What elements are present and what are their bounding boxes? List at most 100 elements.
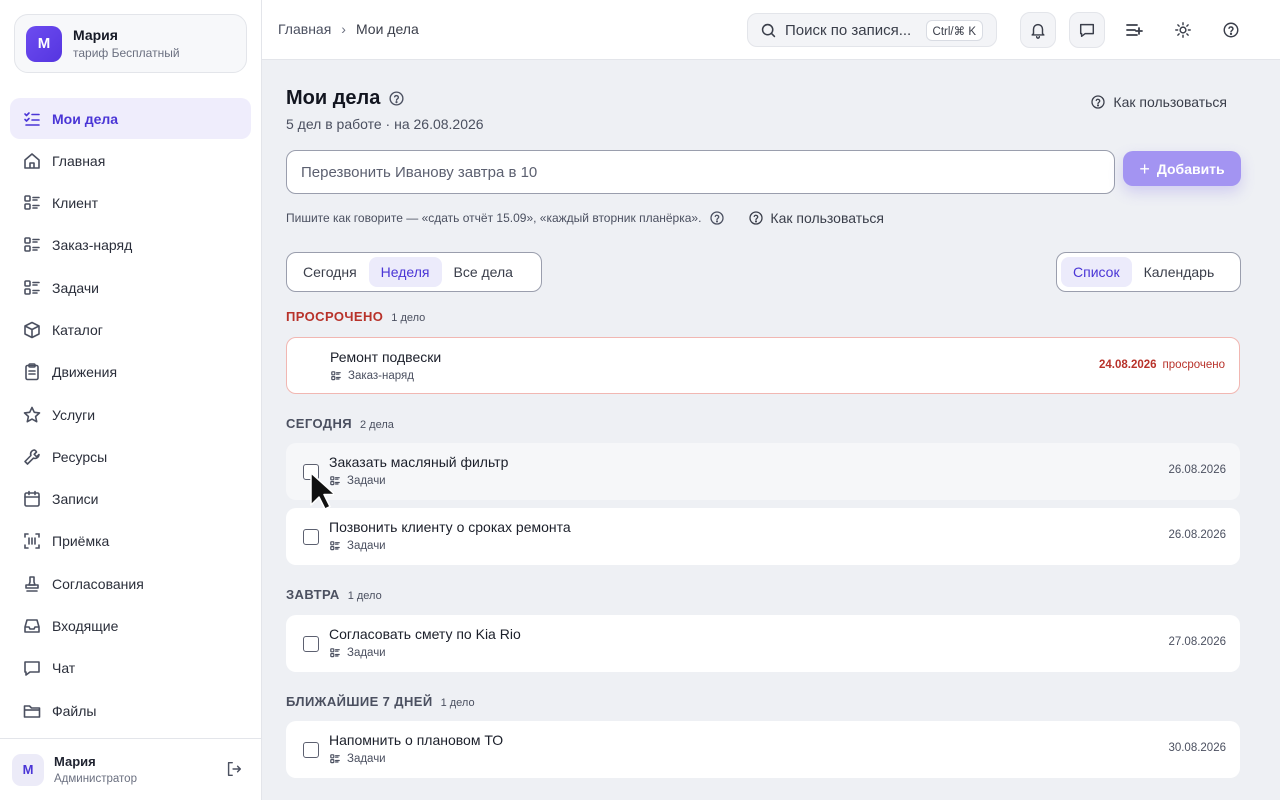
mouse-cursor-icon: [310, 472, 334, 510]
add-button-label: Добавить: [1156, 160, 1225, 177]
sidebar-item-services[interactable]: Услуги: [10, 394, 251, 435]
page-subtitle: 5 дел в работе · на 26.08.2026: [286, 116, 484, 132]
how-to-use-label: Как пользоваться: [770, 210, 884, 226]
quick-add-hint: Пишите как говорите — «сдать отчёт 15.09…: [286, 211, 702, 225]
sidebar-item-catalog[interactable]: Каталог: [10, 309, 251, 350]
task-source: Заказ-наряд: [330, 370, 414, 382]
sidebar-item-client[interactable]: Клиент: [10, 183, 251, 224]
chat-icon: [1078, 21, 1096, 39]
sidebar-item-label: Чат: [52, 660, 76, 677]
list-check-icon: [22, 109, 42, 129]
help-button[interactable]: [1213, 12, 1249, 48]
avatar[interactable]: М: [12, 753, 44, 786]
logout-button[interactable]: [225, 760, 243, 778]
sidebar-item-label: Задачи: [52, 279, 100, 296]
sidebar-item-approvals[interactable]: Согласования: [10, 563, 251, 604]
list-grid-icon: [330, 754, 340, 764]
sidebar-item-tasks[interactable]: Задачи: [10, 267, 251, 308]
task-checkbox[interactable]: [303, 742, 319, 758]
sidebar-item-intake[interactable]: Приёмка: [10, 521, 251, 562]
sidebar-item-files[interactable]: Файлы: [10, 690, 251, 731]
wrench-icon: [22, 447, 42, 467]
notifications-button[interactable]: [1020, 12, 1056, 48]
task-date: 24.08.2026: [1098, 359, 1157, 371]
sidebar: М Мария тариф Бесплатный Мои дела Главна…: [0, 0, 262, 800]
task-title: Согласовать смету по Kia Rio: [329, 626, 521, 642]
sidebar-item-resources[interactable]: Ресурсы: [10, 436, 251, 477]
group-header-today: СЕГОДНЯ 2 дела: [286, 416, 394, 431]
chat-icon: [22, 658, 42, 678]
tab-week[interactable]: Неделя: [368, 257, 442, 287]
sidebar-item-chat[interactable]: Чат: [10, 648, 251, 689]
calendar-icon: [22, 489, 42, 509]
view-switcher: Список Календарь: [1056, 252, 1241, 292]
search-icon: [760, 22, 777, 39]
messages-button[interactable]: [1069, 12, 1105, 48]
help-icon[interactable]: [709, 210, 725, 226]
group-count: 1 дело: [347, 590, 382, 602]
search-input[interactable]: Поиск по запися... Ctrl/⌘ K: [747, 13, 997, 47]
quick-add-hint-row: Пишите как говорите — «сдать отчёт 15.09…: [286, 210, 884, 226]
sidebar-item-appointments[interactable]: Записи: [10, 479, 251, 520]
how-to-use-link[interactable]: Как пользоваться: [748, 210, 884, 226]
workspace-profile-card[interactable]: М Мария тариф Бесплатный: [14, 14, 247, 73]
task-row[interactable]: Согласовать смету по Kia Rio Задачи 27.0…: [286, 615, 1240, 672]
breadcrumb: Главная › Мои дела: [278, 21, 419, 37]
group-count: 1 дело: [391, 312, 426, 324]
main-content: Мои дела 5 дел в работе · на 26.08.2026 …: [262, 60, 1280, 800]
sidebar-item-label: Движения: [52, 364, 118, 381]
clipboard-icon: [22, 362, 42, 382]
list-grid-icon: [331, 371, 341, 381]
task-date: 26.08.2026: [1168, 529, 1226, 541]
star-icon: [22, 405, 42, 425]
sidebar-item-label: Ресурсы: [52, 448, 108, 465]
task-checkbox[interactable]: [303, 636, 319, 652]
tab-today[interactable]: Сегодня: [291, 257, 369, 287]
task-row[interactable]: Ремонт подвески Заказ-наряд 24.08.2026 п…: [286, 337, 1240, 394]
stamp-icon: [22, 574, 42, 594]
quick-add-input[interactable]: [286, 150, 1115, 194]
group-header-tomorrow: ЗАВТРА 1 дело: [286, 587, 382, 602]
task-title: Позвонить клиенту о сроках ремонта: [329, 519, 571, 535]
how-to-use-link[interactable]: Как пользоваться: [1090, 94, 1227, 110]
plus-icon: +: [1139, 158, 1150, 179]
task-row[interactable]: Позвонить клиенту о сроках ремонта Задач…: [286, 508, 1240, 565]
sidebar-item-work-order[interactable]: Заказ-наряд: [10, 225, 251, 266]
task-date: 26.08.2026: [1168, 464, 1226, 476]
breadcrumb-home-link[interactable]: Главная: [278, 21, 331, 37]
user-role: Администратор: [54, 773, 137, 785]
add-button[interactable]: + Добавить: [1123, 151, 1241, 186]
add-to-list-button[interactable]: [1116, 12, 1152, 48]
sidebar-item-label: Входящие: [52, 618, 119, 635]
search-placeholder: Поиск по запися...: [785, 21, 912, 39]
tab-all[interactable]: Все дела: [442, 257, 525, 287]
profile-name: Мария: [73, 27, 118, 43]
help-icon: [749, 211, 764, 225]
sidebar-item-movements[interactable]: Движения: [10, 352, 251, 393]
sidebar-item-label: Заказ-наряд: [52, 237, 133, 254]
sidebar-item-inbox[interactable]: Входящие: [10, 606, 251, 647]
breadcrumb-current: Мои дела: [355, 21, 419, 37]
task-row[interactable]: Заказать масляный фильтр Задачи 26.08.20…: [286, 443, 1240, 500]
task-source-label: Заказ-наряд: [348, 370, 414, 382]
task-row[interactable]: Напомнить о плановом ТО Задачи 30.08.202…: [286, 721, 1240, 778]
sidebar-item-label: Приёмка: [52, 533, 110, 550]
task-checkbox[interactable]: [303, 529, 319, 545]
logout-icon: [225, 760, 243, 778]
theme-toggle-button[interactable]: [1165, 12, 1201, 48]
tab-list[interactable]: Список: [1061, 257, 1132, 287]
list-grid-icon: [330, 648, 340, 658]
sidebar-item-home[interactable]: Главная: [10, 140, 251, 181]
sidebar-item-label: Услуги: [52, 406, 96, 423]
sidebar-nav: Мои дела Главная Клиент Заказ-наряд Зада…: [10, 98, 251, 732]
tab-calendar[interactable]: Календарь: [1132, 257, 1227, 287]
sidebar-item-my-tasks[interactable]: Мои дела: [10, 98, 251, 139]
how-to-use-label: Как пользоваться: [1113, 94, 1227, 110]
list-grid-icon: [22, 278, 42, 298]
task-date: 27.08.2026: [1168, 636, 1226, 648]
folder-icon: [22, 701, 42, 721]
page-title: Мои дела: [286, 87, 381, 109]
task-source: Задачи: [329, 475, 386, 487]
sidebar-item-label: Записи: [52, 491, 99, 508]
help-icon[interactable]: [388, 90, 405, 107]
